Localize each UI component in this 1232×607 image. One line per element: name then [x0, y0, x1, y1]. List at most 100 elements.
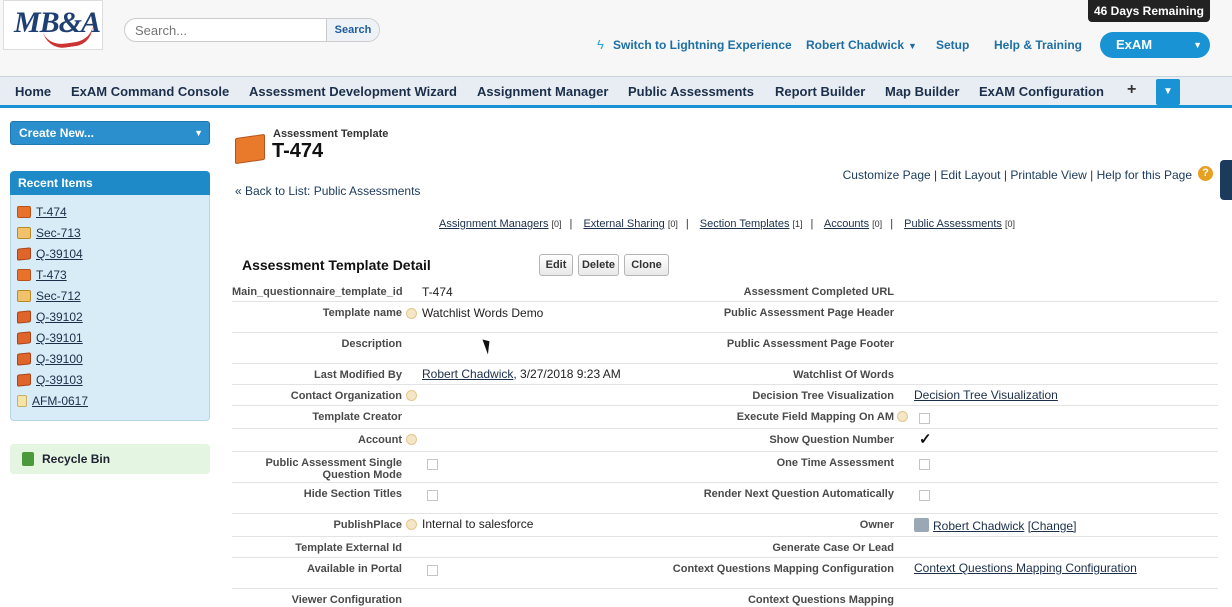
tab-exam-command-console[interactable]: ExAM Command Console [71, 84, 229, 99]
detail-row: Contact Organization Decision Tree Visua… [232, 385, 1218, 406]
days-remaining-badge: 46 Days Remaining [1088, 0, 1210, 22]
field-label: Render Next Question Automatically [703, 488, 894, 500]
customize-page-link[interactable]: Customize Page [843, 168, 931, 182]
delete-button[interactable]: Delete [578, 254, 619, 276]
separator: | [810, 218, 814, 230]
tab-exam-configuration[interactable]: ExAM Configuration [979, 84, 1104, 99]
detail-section-title: Assessment Template Detail [242, 257, 431, 273]
field-value: T-474 [422, 285, 453, 299]
related-assignment-managers[interactable]: Assignment Managers [439, 218, 548, 230]
recycle-bin-icon [22, 452, 34, 466]
tab-report-builder[interactable]: Report Builder [775, 84, 865, 99]
search-button[interactable]: Search [326, 19, 379, 41]
edit-layout-link[interactable]: Edit Layout [940, 168, 1000, 182]
recent-item[interactable]: T-473 [17, 268, 67, 286]
field-value: Robert Chadwick [Change] [914, 518, 1076, 533]
recent-item-link[interactable]: Sec-712 [36, 289, 81, 303]
caret-down-icon: ▼ [1193, 40, 1202, 50]
tab-bar: Home ExAM Command Console Assessment Dev… [0, 76, 1232, 108]
add-tab-plus-icon[interactable]: + [1127, 81, 1136, 99]
logo[interactable]: MB&A [3, 0, 103, 51]
tab-assignment-manager[interactable]: Assignment Manager [477, 84, 608, 99]
field-label: Hide Section Titles [303, 488, 402, 500]
back-to-list-link[interactable]: « Back to List: Public Assessments [235, 184, 420, 198]
user-menu[interactable]: Robert Chadwick ▼ [806, 38, 917, 52]
help-bubble-icon[interactable] [406, 519, 417, 530]
help-icon[interactable]: ? [1198, 166, 1213, 181]
recent-item-link[interactable]: AFM-0617 [32, 394, 88, 408]
related-count: [1] [792, 219, 803, 229]
detail-row: Template External Id Generate Case Or Le… [232, 537, 1218, 558]
printable-view-link[interactable]: Printable View [1010, 168, 1087, 182]
recent-item-link[interactable]: Q-39101 [36, 331, 83, 345]
recent-item[interactable]: Q-39103 [17, 373, 83, 391]
context-config-link[interactable]: Context Questions Mapping Configuration [914, 561, 1137, 575]
recent-item-link[interactable]: Q-39102 [36, 310, 83, 324]
detail-row: Template name Watchlist Words Demo Publi… [232, 302, 1218, 333]
clone-button[interactable]: Clone [624, 254, 669, 276]
field-label: Owner [859, 519, 894, 531]
last-modified-user-link[interactable]: Robert Chadwick [422, 367, 513, 381]
related-count: [0] [551, 219, 562, 229]
tab-home[interactable]: Home [15, 84, 51, 99]
template-icon [17, 269, 31, 281]
recent-item[interactable]: Q-39104 [17, 247, 83, 265]
app-switcher-button[interactable]: ExAM ▼ [1100, 32, 1210, 58]
recent-item[interactable]: Q-39100 [17, 352, 83, 370]
caret-down-icon: ▼ [908, 41, 917, 51]
owner-link[interactable]: Robert Chadwick [933, 519, 1024, 533]
recent-item[interactable]: Q-39102 [17, 310, 83, 328]
field-label: Public Assessment Page Header [723, 307, 894, 319]
help-for-page-link[interactable]: Help for this Page [1097, 168, 1192, 182]
recent-item-link[interactable]: Q-39103 [36, 373, 83, 387]
recent-item[interactable]: Sec-713 [17, 226, 81, 244]
search-input[interactable] [125, 19, 327, 41]
related-accounts[interactable]: Accounts [824, 218, 869, 230]
question-icon [17, 373, 31, 387]
help-bubble-icon[interactable] [406, 308, 417, 319]
recent-item-link[interactable]: Q-39104 [36, 247, 83, 261]
detail-row: Account Show Question Number ✓ [232, 429, 1218, 452]
help-bubble-icon[interactable] [406, 434, 417, 445]
recent-item-link[interactable]: T-474 [36, 205, 67, 219]
side-panel-toggle[interactable] [1220, 160, 1232, 200]
field-label: Generate Case Or Lead [772, 542, 894, 554]
field-label: Viewer Configuration [291, 594, 402, 606]
decision-tree-link[interactable]: Decision Tree Visualization [914, 388, 1058, 402]
recent-item[interactable]: AFM-0617 [17, 394, 88, 412]
switch-lightning-link[interactable]: Switch to Lightning Experience [613, 38, 792, 52]
create-new-label: Create New... [19, 126, 94, 140]
recycle-bin-link[interactable]: Recycle Bin [10, 444, 210, 474]
create-new-button[interactable]: Create New... ▼ [10, 121, 210, 145]
recycle-bin-label: Recycle Bin [42, 452, 111, 466]
field-label: Available in Portal [307, 563, 402, 575]
recent-item[interactable]: T-474 [17, 205, 67, 223]
related-public-assessments[interactable]: Public Assessments [904, 218, 1002, 230]
more-tabs-caret-icon[interactable]: ▼ [1156, 79, 1180, 105]
field-label: Context Questions Mapping [747, 594, 894, 606]
recent-item-link[interactable]: Sec-713 [36, 226, 81, 240]
field-label: Account [358, 434, 402, 446]
question-icon [17, 352, 31, 366]
recent-item-link[interactable]: Q-39100 [36, 352, 83, 366]
related-external-sharing[interactable]: External Sharing [583, 218, 664, 230]
tab-map-builder[interactable]: Map Builder [885, 84, 959, 99]
related-section-templates[interactable]: Section Templates [700, 218, 790, 230]
related-list-links: Assignment Managers [0] | External Sharin… [439, 218, 1023, 230]
recent-item-link[interactable]: T-473 [36, 268, 67, 282]
assessment-template-icon [235, 133, 265, 165]
recent-item[interactable]: Q-39101 [17, 331, 83, 349]
help-training-link[interactable]: Help & Training [994, 38, 1082, 52]
detail-row: Available in Portal Context Questions Ma… [232, 558, 1218, 589]
page-links: Customize Page | Edit Layout | Printable… [842, 168, 1192, 182]
detail-row: Description Public Assessment Page Foote… [232, 333, 1218, 364]
tab-public-assessments[interactable]: Public Assessments [628, 84, 754, 99]
help-bubble-icon[interactable] [897, 411, 908, 422]
owner-change-link[interactable]: [Change] [1028, 519, 1077, 533]
tab-assessment-development-wizard[interactable]: Assessment Development Wizard [249, 84, 457, 99]
related-count: [0] [872, 219, 883, 229]
help-bubble-icon[interactable] [406, 390, 417, 401]
recent-item[interactable]: Sec-712 [17, 289, 81, 307]
setup-link[interactable]: Setup [936, 38, 969, 52]
edit-button[interactable]: Edit [539, 254, 573, 276]
